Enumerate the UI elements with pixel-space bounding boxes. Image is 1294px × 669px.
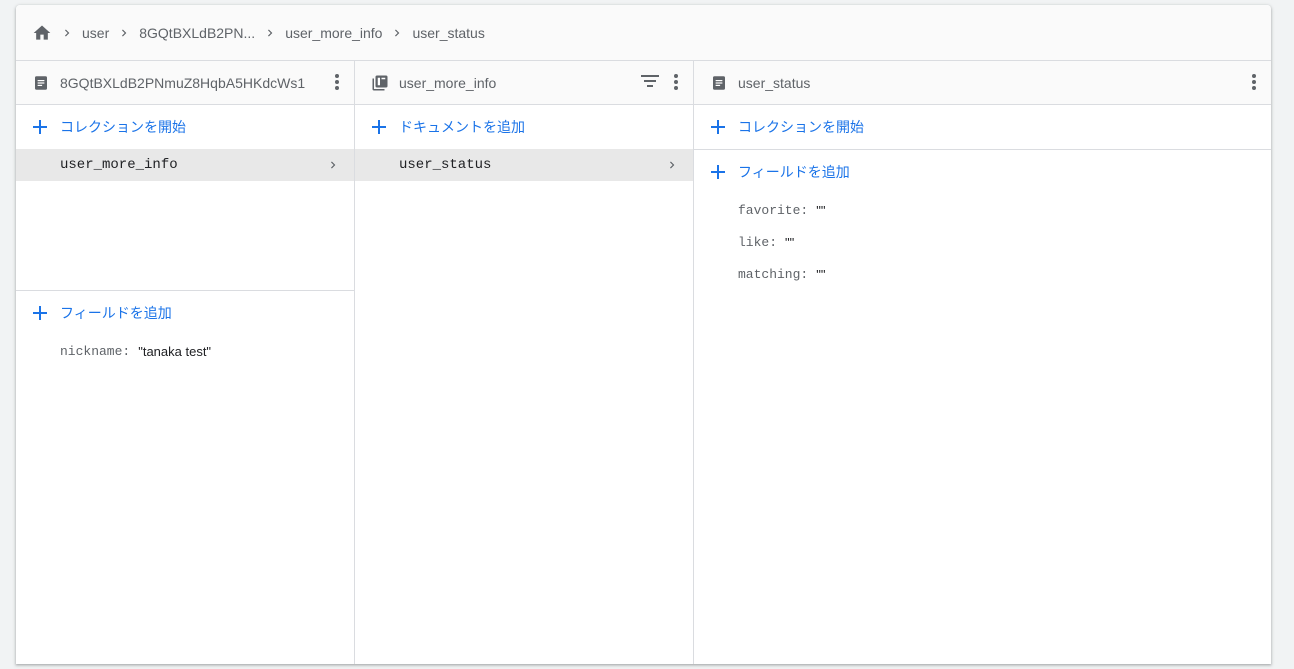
more-vert-icon[interactable] <box>1251 73 1257 94</box>
add-field-button[interactable]: フィールドを追加 <box>694 150 1271 194</box>
collection-item-label: user_more_info <box>60 157 178 173</box>
field-value: "" <box>816 266 826 282</box>
breadcrumb-item-user-status[interactable]: user_status <box>382 24 485 41</box>
field-value: "" <box>785 234 795 250</box>
chevron-right-icon <box>268 29 273 36</box>
field-row-like[interactable]: like: "" <box>694 226 1271 258</box>
collection-icon <box>371 74 389 92</box>
home-icon[interactable] <box>32 23 52 43</box>
collection-item-user-more-info[interactable]: user_more_info <box>16 149 354 181</box>
field-row-nickname[interactable]: nickname: "tanaka test" <box>16 335 354 367</box>
breadcrumb-item-document[interactable]: 8GQtBXLdB2PN... <box>109 25 255 41</box>
plus-icon <box>711 165 725 179</box>
breadcrumb-label: user_more_info <box>285 24 383 41</box>
field-key: nickname: <box>60 343 131 359</box>
breadcrumb: user 8GQtBXLdB2PN... user_more_info user… <box>16 5 1271 61</box>
field-key: like: <box>738 234 778 250</box>
start-collection-label: コレクションを開始 <box>738 119 864 135</box>
chevron-right-icon <box>395 29 400 36</box>
document-panel-header: 8GQtBXLdB2PNmuZ8HqbA5HKdcWs1 <box>16 61 354 105</box>
breadcrumb-item-user[interactable]: user <box>52 25 109 41</box>
start-collection-button[interactable]: コレクションを開始 <box>694 105 1271 149</box>
document-panel: 8GQtBXLdB2PNmuZ8HqbA5HKdcWs1 コレクションを開始 u… <box>16 61 355 664</box>
breadcrumb-label: 8GQtBXLdB2PN... <box>139 24 256 41</box>
field-key: favorite: <box>738 202 809 218</box>
add-document-button[interactable]: ドキュメントを追加 <box>355 105 693 149</box>
add-document-label: ドキュメントを追加 <box>399 119 525 135</box>
plus-icon <box>33 120 47 134</box>
more-vert-icon[interactable] <box>673 73 679 94</box>
plus-icon <box>33 306 47 320</box>
document-item-label: user_status <box>399 157 492 173</box>
plus-icon <box>711 120 725 134</box>
collection-panel-header: user_more_info <box>355 61 693 105</box>
status-document-panel: user_status コレクションを開始 フィールドを追加 favorite:… <box>694 61 1271 664</box>
field-row-favorite[interactable]: favorite: "" <box>694 194 1271 226</box>
field-key: matching: <box>738 266 809 282</box>
filter-icon[interactable] <box>641 74 659 91</box>
add-field-label: フィールドを追加 <box>60 305 172 321</box>
chevron-right-icon <box>122 29 127 36</box>
breadcrumb-label: user_status <box>412 24 485 41</box>
plus-icon <box>372 120 386 134</box>
start-collection-label: コレクションを開始 <box>60 119 186 135</box>
collection-panel-title: user_more_info <box>399 74 497 91</box>
field-row-matching[interactable]: matching: "" <box>694 258 1271 290</box>
chevron-right-icon <box>331 161 336 169</box>
add-field-button[interactable]: フィールドを追加 <box>16 291 354 335</box>
panels: 8GQtBXLdB2PNmuZ8HqbA5HKdcWs1 コレクションを開始 u… <box>16 61 1271 664</box>
add-field-label: フィールドを追加 <box>738 164 850 180</box>
status-document-panel-header: user_status <box>694 61 1271 105</box>
chevron-right-icon <box>65 29 70 36</box>
field-value: "" <box>816 202 826 218</box>
firestore-data-card: user 8GQtBXLdB2PN... user_more_info user… <box>16 5 1271 664</box>
chevron-right-icon <box>670 161 675 169</box>
document-item-user-status[interactable]: user_status <box>355 149 693 181</box>
document-icon <box>710 74 728 92</box>
field-value: "tanaka test" <box>138 343 212 359</box>
collection-panel: user_more_info ドキュメントを追加 user_status <box>355 61 694 664</box>
status-document-panel-title: user_status <box>738 74 811 91</box>
more-vert-icon[interactable] <box>334 73 340 94</box>
start-collection-button[interactable]: コレクションを開始 <box>16 105 354 149</box>
breadcrumb-item-user-more-info[interactable]: user_more_info <box>255 25 382 41</box>
document-panel-title: 8GQtBXLdB2PNmuZ8HqbA5HKdcWs1 <box>60 74 306 91</box>
document-icon <box>32 74 50 92</box>
breadcrumb-label: user <box>82 24 110 41</box>
